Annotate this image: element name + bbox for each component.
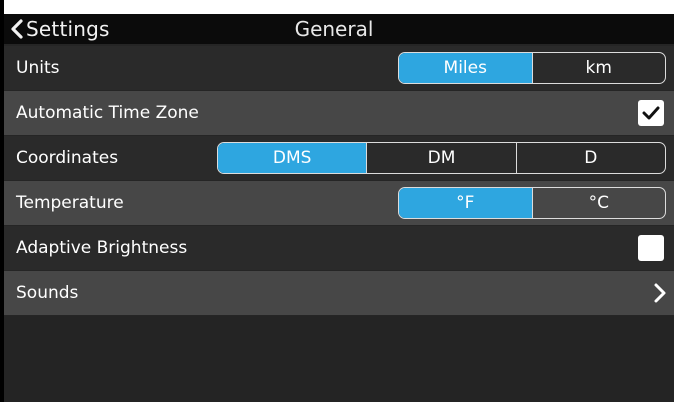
settings-row-sounds[interactable]: Sounds bbox=[4, 271, 674, 315]
temperature-label: Temperature bbox=[16, 193, 124, 213]
adaptive-brightness-checkbox[interactable] bbox=[638, 235, 664, 261]
back-button[interactable]: Settings bbox=[8, 16, 110, 42]
units-label: Units bbox=[16, 58, 60, 78]
back-button-label: Settings bbox=[26, 17, 110, 41]
settings-row-automatic-time-zone: Automatic Time Zone bbox=[4, 91, 674, 135]
page-title: General bbox=[294, 17, 374, 41]
temperature-option-fahrenheit[interactable]: °F bbox=[399, 188, 532, 218]
settings-row-adaptive-brightness: Adaptive Brightness bbox=[4, 226, 674, 270]
empty-background-area bbox=[4, 316, 674, 402]
settings-row-temperature: Temperature °F °C bbox=[4, 181, 674, 225]
units-option-km[interactable]: km bbox=[531, 53, 666, 83]
chevron-left-icon bbox=[11, 19, 23, 39]
coordinates-segmented-control: DMS DM D bbox=[217, 142, 666, 174]
adaptive-brightness-label: Adaptive Brightness bbox=[16, 238, 188, 258]
coordinates-option-dm[interactable]: DM bbox=[366, 143, 515, 173]
temperature-option-celsius[interactable]: °C bbox=[531, 188, 666, 218]
temperature-segmented-control: °F °C bbox=[398, 187, 666, 219]
coordinates-option-d[interactable]: D bbox=[515, 143, 665, 173]
chevron-right-icon bbox=[654, 283, 666, 303]
sounds-label: Sounds bbox=[16, 283, 79, 303]
coordinates-label: Coordinates bbox=[16, 148, 119, 168]
coordinates-option-dms[interactable]: DMS bbox=[218, 143, 367, 173]
automatic-time-zone-label: Automatic Time Zone bbox=[16, 103, 199, 123]
settings-row-units: Units Miles km bbox=[4, 46, 674, 90]
checkmark-icon bbox=[642, 106, 660, 120]
header-bar: Settings General bbox=[4, 14, 674, 44]
units-segmented-control: Miles km bbox=[398, 52, 666, 84]
units-option-miles[interactable]: Miles bbox=[399, 53, 532, 83]
automatic-time-zone-checkbox[interactable] bbox=[638, 100, 664, 126]
settings-screen: Settings General Units Miles km Automati… bbox=[4, 14, 674, 402]
settings-row-coordinates: Coordinates DMS DM D bbox=[4, 136, 674, 180]
